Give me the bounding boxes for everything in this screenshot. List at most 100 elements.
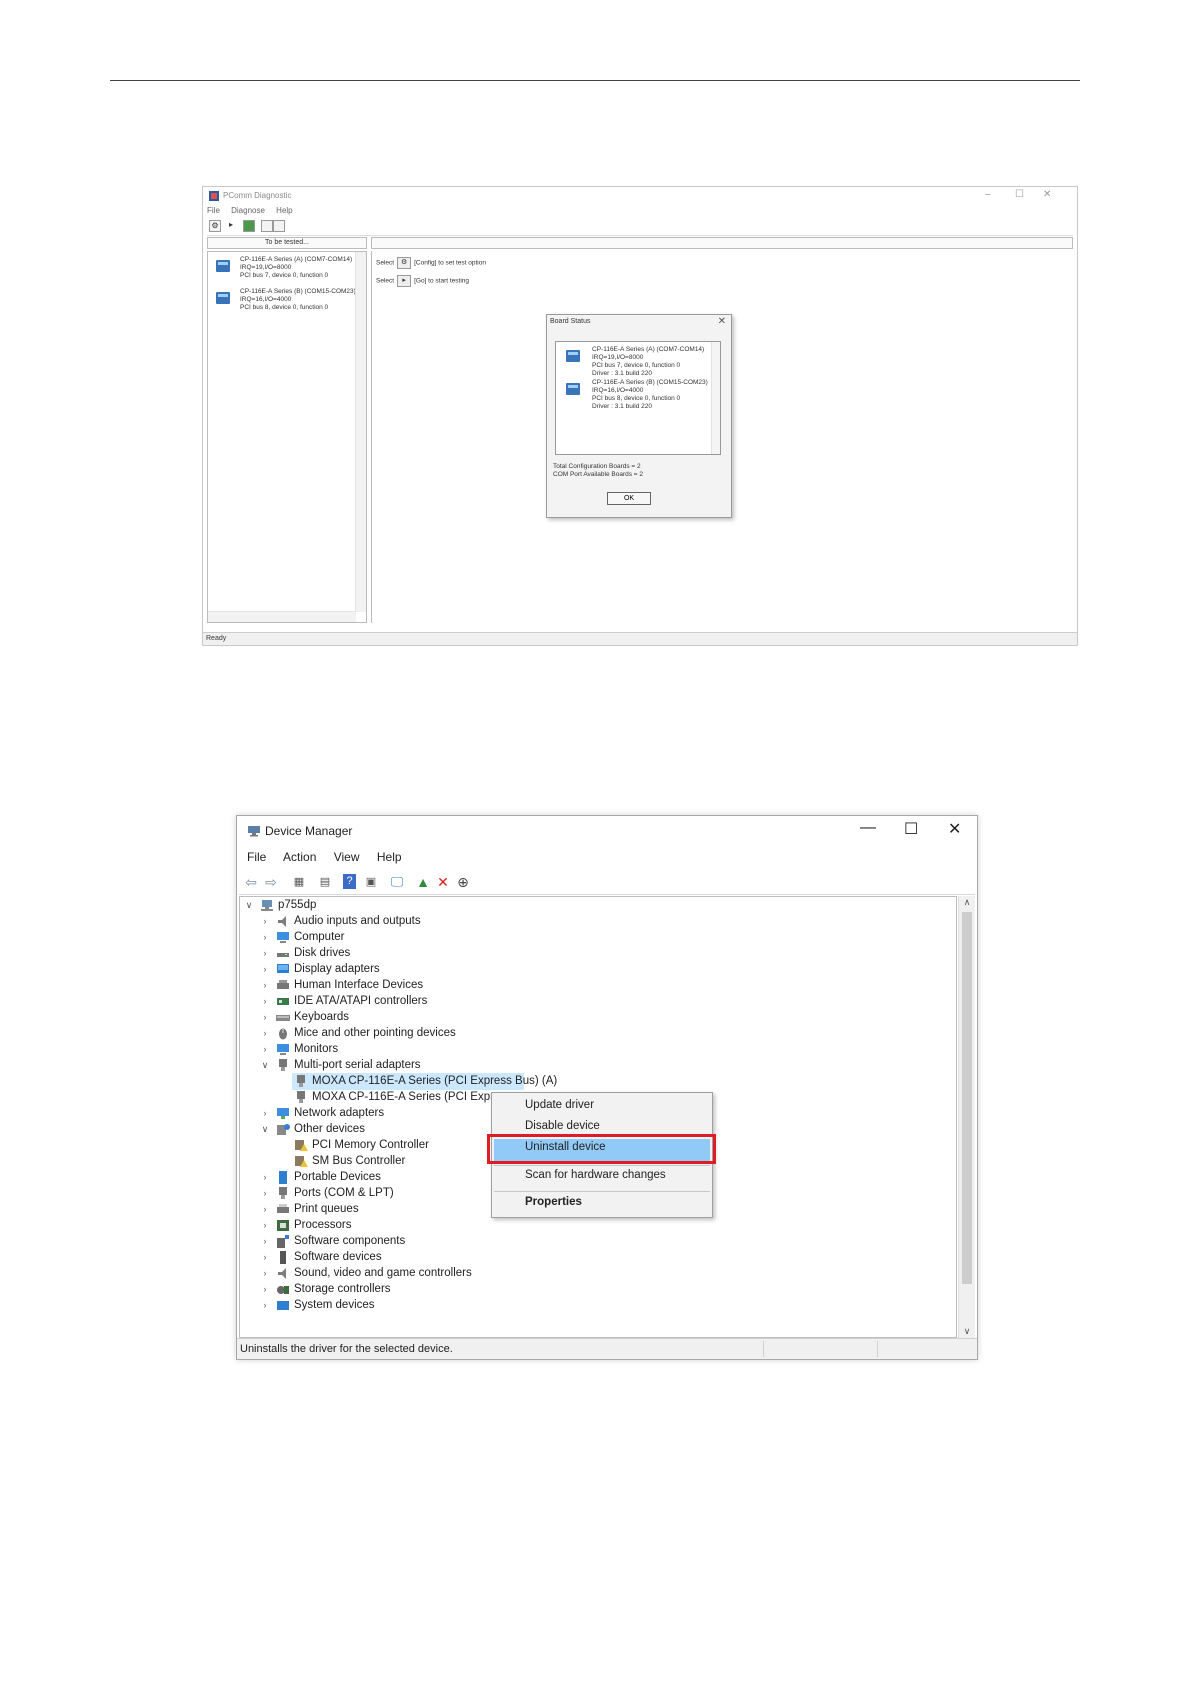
test-icon[interactable] (243, 220, 255, 232)
save-icon[interactable] (261, 220, 273, 232)
scan-hardware-icon[interactable]: 🖵 (389, 874, 405, 890)
chevron-right-icon[interactable]: › (260, 1217, 270, 1234)
uninstall-icon[interactable]: ✕ (435, 874, 451, 890)
menu-separator (494, 1191, 710, 1192)
scroll-up-icon[interactable]: ∧ (959, 897, 975, 908)
menu-diagnose[interactable]: Diagnose (231, 206, 265, 215)
download-icon[interactable]: ⊕ (455, 874, 471, 890)
vertical-scrollbar[interactable]: ∧ ∨ (958, 896, 975, 1338)
chevron-right-icon[interactable]: › (260, 1297, 270, 1314)
maximize-icon[interactable]: ☐ (1015, 189, 1024, 200)
portable-device-icon (279, 1171, 287, 1184)
tree-category-label: IDE ATA/ATAPI controllers (294, 995, 428, 1007)
chevron-right-icon[interactable]: › (260, 961, 270, 978)
board-icon (216, 292, 230, 304)
devmgr-title: Device Manager (265, 824, 353, 838)
chevron-right-icon[interactable]: › (260, 945, 270, 962)
forward-icon[interactable]: ⇨ (263, 874, 279, 890)
chevron-right-icon[interactable]: › (260, 1169, 270, 1186)
hint-config-text: [Config] to set test option (414, 259, 486, 267)
tree-category-label: Software devices (294, 1251, 382, 1263)
monitor-icon (277, 932, 289, 943)
devmgr-menu-bar: File Action View Help (247, 850, 416, 866)
tree-device-selected[interactable]: MOXA CP-116E-A Series (PCI Express Bus) … (292, 1073, 557, 1090)
properties-icon[interactable]: ▤ (317, 874, 333, 890)
hint-config-prefix: Select (376, 259, 395, 267)
menu-help[interactable]: Help (377, 850, 402, 864)
chevron-right-icon[interactable]: › (260, 1185, 270, 1202)
chevron-right-icon[interactable]: › (260, 929, 270, 946)
help-icon[interactable]: ? (343, 874, 356, 889)
update-driver-icon[interactable]: ▲ (415, 874, 431, 890)
ok-button[interactable]: OK (607, 492, 651, 505)
board-irq: IRQ=19,I/O=8000 (240, 264, 292, 271)
board-pci: PCI bus 8, device 0, function 0 (592, 395, 681, 402)
status-separator (877, 1341, 878, 1357)
display-adapter-icon (277, 964, 289, 973)
tree-category-label: Ports (COM & LPT) (294, 1187, 394, 1199)
close-icon[interactable]: ✕ (948, 819, 961, 839)
chevron-down-icon[interactable]: ∨ (260, 1057, 270, 1074)
chevron-down-icon[interactable]: ∨ (244, 897, 254, 914)
chevron-right-icon[interactable]: › (260, 1025, 270, 1042)
scrollbar-thumb[interactable] (962, 912, 972, 1284)
scan-hardware-menu-item[interactable]: Scan for hardware changes (525, 1169, 666, 1181)
update-driver-menu-item[interactable]: Update driver (525, 1099, 594, 1111)
board-list-panel: CP-116E-A Series (A) (COM7-COM14) IRQ=19… (207, 251, 367, 623)
print-icon[interactable] (273, 220, 285, 232)
tree-category-label: Disk drives (294, 947, 351, 959)
menu-file[interactable]: File (247, 850, 266, 864)
disable-device-menu-item[interactable]: Disable device (525, 1120, 600, 1132)
properties-menu-item[interactable]: Properties (525, 1196, 582, 1208)
devmgr-toolbar: ⇦ ⇨ ▦ ▤ ? ▣ 🖵 ▲ ✕ ⊕ (239, 870, 975, 895)
chevron-right-icon[interactable]: › (260, 993, 270, 1010)
chevron-right-icon[interactable]: › (260, 1233, 270, 1250)
software-component-icon (277, 1235, 289, 1248)
vertical-scrollbar[interactable] (355, 252, 366, 612)
chevron-right-icon[interactable]: › (260, 1265, 270, 1282)
tree-category-label: Portable Devices (294, 1171, 381, 1183)
menu-help[interactable]: Help (276, 206, 292, 215)
chevron-right-icon[interactable]: › (260, 1105, 270, 1122)
chevron-right-icon[interactable]: › (260, 1281, 270, 1298)
storage-controller-icon (277, 1286, 289, 1294)
chevron-right-icon[interactable]: › (260, 977, 270, 994)
go-icon[interactable]: ▸ (225, 220, 237, 232)
chevron-down-icon[interactable]: ∨ (260, 1121, 270, 1138)
tree-device-label: MOXA CP-116E-A Series (PCI Expre (312, 1091, 501, 1103)
chevron-right-icon[interactable]: › (260, 913, 270, 930)
tree-category-label: Storage controllers (294, 1283, 391, 1295)
tree-category-label: Keyboards (294, 1011, 349, 1023)
pcomm-title-bar: PComm Diagnostic – ☐ ✕ (203, 187, 1077, 205)
view-icon[interactable]: ▣ (363, 874, 379, 890)
close-icon[interactable]: ✕ (718, 316, 726, 327)
horizontal-scrollbar[interactable] (208, 611, 356, 622)
unknown-device-icon (277, 1124, 290, 1135)
menu-file[interactable]: File (207, 206, 220, 215)
scroll-down-icon[interactable]: ∨ (959, 1326, 975, 1337)
chevron-right-icon[interactable]: › (260, 1041, 270, 1058)
menu-action[interactable]: Action (283, 850, 316, 864)
tree-category-label: Sound, video and game controllers (294, 1267, 472, 1279)
close-icon[interactable]: ✕ (1043, 189, 1051, 200)
system-device-icon (277, 1301, 289, 1310)
serial-adapter-icon (279, 1059, 287, 1071)
minimize-icon[interactable]: — (860, 819, 876, 837)
board-pci: PCI bus 8, device 0, function 0 (240, 304, 329, 311)
menu-view[interactable]: View (334, 850, 360, 864)
tree-category-label: Computer (294, 931, 345, 943)
pcomm-app-icon (209, 191, 219, 201)
chevron-right-icon[interactable]: › (260, 1249, 270, 1266)
maximize-icon[interactable]: ☐ (904, 819, 918, 839)
chevron-right-icon[interactable]: › (260, 1201, 270, 1218)
config-icon[interactable]: ⚙ (209, 220, 221, 232)
tree-category-label: System devices (294, 1299, 375, 1311)
minimize-icon[interactable]: – (985, 189, 991, 200)
show-hide-tree-icon[interactable]: ▦ (291, 874, 307, 890)
chevron-right-icon[interactable]: › (260, 1009, 270, 1026)
computer-icon (261, 900, 273, 911)
vertical-scrollbar[interactable] (711, 342, 720, 454)
tree-category-label: Monitors (294, 1043, 339, 1055)
back-icon[interactable]: ⇦ (243, 874, 259, 890)
warning-device-icon (295, 1156, 308, 1167)
